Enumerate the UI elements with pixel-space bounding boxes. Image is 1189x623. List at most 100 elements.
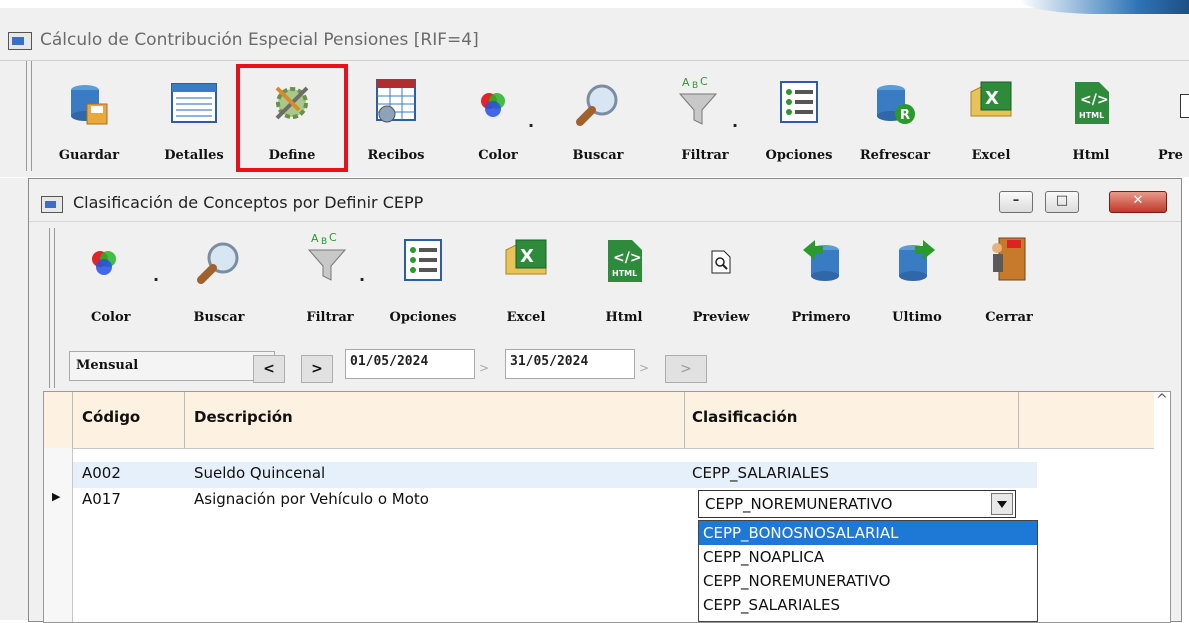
period-select-value: Mensual [76,358,139,373]
refrescar-label: Refrescar [859,148,931,163]
filter-funnel-icon: A B C [307,231,347,281]
option-bonosnosalarial[interactable]: CEPP_BONOSNOSALARIAL [699,521,1037,545]
apply-period-button[interactable]: > [665,355,707,383]
inner-primero-button[interactable]: Primero [781,228,861,328]
color-label: Color [478,148,518,163]
buscar-label: Buscar [572,148,624,163]
receipts-grid-icon [376,79,416,123]
date-from-field[interactable]: 01/05/2024 [345,349,475,379]
date-to-arrow-icon[interactable]: > [639,361,649,375]
svg-text:</>: </> [613,250,642,266]
svg-text:R: R [900,108,910,123]
guardar-label: Guardar [58,148,120,163]
options-list-icon [404,239,442,281]
inner-html-button[interactable]: </> HTML Html [589,228,659,328]
scroll-up-arrow-icon[interactable]: ^ [1154,392,1170,432]
preview-icon [1180,94,1189,118]
column-header-descripcion[interactable]: Descripción [194,408,293,426]
close-button[interactable]: ✕ [1109,191,1167,213]
date-to-field[interactable]: 31/05/2024 [505,349,635,379]
excel-button[interactable]: X Excel [956,72,1026,172]
refrescar-button[interactable]: R Refrescar [852,72,938,172]
filtrar-label: Filtrar [681,148,729,163]
filtrar-dropdown-arrow-icon[interactable]: . [732,112,738,131]
clasificacion-dropdown-value: CEPP_NOREMUNERATIVO [705,495,893,513]
inner-opciones-button[interactable]: Opciones [375,228,471,328]
opciones-button[interactable]: Opciones [754,72,844,172]
option-noremunerativo[interactable]: CEPP_NOREMUNERATIVO [699,569,1037,593]
window-icon [41,196,63,213]
background-window-edge [0,178,29,620]
close-icon: ✕ [1132,193,1144,208]
inner-buscar-button[interactable]: Buscar [179,228,259,328]
outer-window-title: Cálculo de Contribución Especial Pension… [40,30,479,50]
cell-descripcion[interactable]: Asignación por Vehículo o Moto [194,490,429,508]
inner-excel-button[interactable]: X Excel [491,228,561,328]
next-period-button[interactable]: > [301,355,333,383]
svg-text:X: X [520,246,534,267]
inner-cerrar-label: Cerrar [985,310,1033,325]
excel-icon: X [505,239,547,275]
inner-titlebar: Clasificación de Conceptos por Definir C… [29,179,1181,222]
detalles-label: Detalles [164,148,224,163]
concepts-grid: Código Descripción Clasificación ^ ▶ A00… [43,391,1171,623]
column-header-codigo[interactable]: Código [82,408,140,426]
html-icon: </> HTML [1075,82,1109,124]
date-from-arrow-icon[interactable]: > [479,361,489,375]
svg-text:HTML: HTML [1079,111,1104,120]
buscar-button[interactable]: Buscar [560,72,636,172]
color-button[interactable]: . Color [458,72,538,172]
inner-filtrar-button[interactable]: A B C . Filtrar [285,228,375,328]
cell-codigo[interactable]: A002 [82,464,121,482]
inner-excel-label: Excel [506,310,546,325]
excel-label: Excel [971,148,1011,163]
inner-preview-button[interactable]: Preview [681,228,761,328]
toolbar-grip[interactable] [26,61,32,171]
row-indicator-column: ▶ [44,448,73,622]
recibos-label: Recibos [367,148,425,163]
svg-text:C: C [700,75,708,88]
cell-clasificacion[interactable]: CEPP_SALARIALES [692,464,829,482]
maximize-button[interactable]: □ [1045,191,1079,213]
details-window-icon [171,83,217,123]
prev-period-button[interactable]: < [253,355,285,383]
color-dropdown-arrow-icon[interactable]: . [153,266,159,285]
inner-primero-label: Primero [791,310,851,325]
toolbar-grip[interactable] [49,228,55,388]
inner-filtrar-label: Filtrar [306,310,354,325]
options-list-icon [780,81,818,123]
inner-cerrar-button[interactable]: Cerrar [969,228,1049,328]
maximize-icon: □ [1055,193,1069,208]
html-label: Html [1072,148,1110,163]
inner-color-button[interactable]: . Color [83,228,163,328]
color-dropdown-arrow-icon[interactable]: . [528,112,534,131]
window-icon [8,32,32,50]
guardar-button[interactable]: Guardar [52,72,126,172]
clasificacion-dropdown[interactable]: CEPP_NOREMUNERATIVO [698,490,1016,518]
inner-color-label: Color [91,310,131,325]
filtrar-button[interactable]: A B C . Filtrar [660,72,750,172]
dropdown-arrow-icon[interactable] [991,493,1013,515]
column-header-clasificacion[interactable]: Clasificación [692,408,798,426]
inner-ultimo-button[interactable]: Ultimo [877,228,957,328]
preview-label: Pre [1158,148,1183,163]
filtrar-dropdown-arrow-icon[interactable]: . [359,266,365,285]
minimize-button[interactable]: – [999,191,1033,213]
html-button[interactable]: </> HTML Html [1056,72,1126,172]
recibos-button[interactable]: Recibos [356,72,436,172]
option-salariales[interactable]: CEPP_SALARIALES [699,593,1037,617]
option-noaplica[interactable]: CEPP_NOAPLICA [699,545,1037,569]
exit-door-icon [992,237,1026,281]
svg-text:A: A [311,232,319,245]
inner-opciones-label: Opciones [389,310,457,325]
preview-button-partial[interactable]: Pre [1152,72,1189,172]
inner-window: Clasificación de Conceptos por Definir C… [28,178,1182,623]
last-record-icon [899,240,935,281]
period-select[interactable]: Mensual ⌵ [69,351,275,381]
detalles-button[interactable]: Detalles [154,72,234,172]
opciones-label: Opciones [765,148,833,163]
magnifier-icon [576,84,618,126]
minimize-icon: – [1012,193,1020,208]
cell-descripcion[interactable]: Sueldo Quincenal [194,464,325,482]
cell-codigo[interactable]: A017 [82,490,121,508]
